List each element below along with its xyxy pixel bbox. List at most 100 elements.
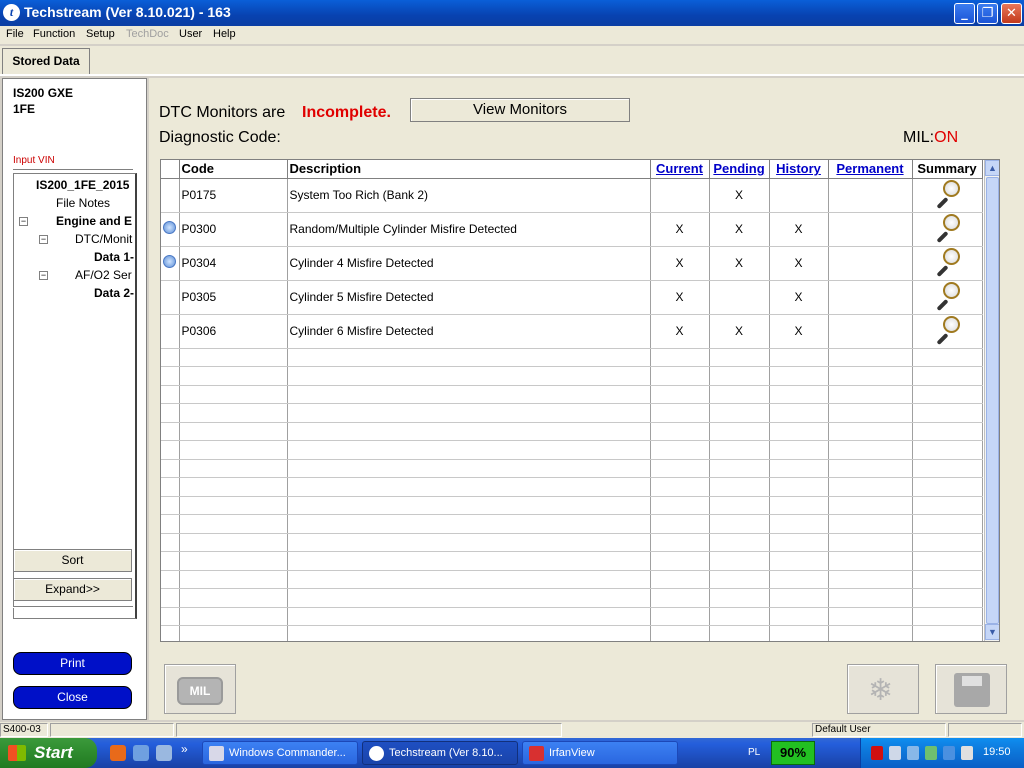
menu-setup[interactable]: Setup: [86, 28, 115, 40]
collapse-icon[interactable]: −: [19, 217, 28, 226]
task-irfanview[interactable]: IrfanView: [522, 741, 678, 765]
sort-button[interactable]: Sort: [13, 549, 132, 572]
expand-button[interactable]: Expand>>: [13, 578, 132, 601]
dtc-code: P0175: [179, 178, 288, 213]
mil-button[interactable]: MIL: [164, 664, 236, 714]
header-history-link[interactable]: History: [769, 160, 829, 179]
task-windows-commander[interactable]: Windows Commander...: [202, 741, 358, 765]
dtc-code: P0305: [179, 280, 288, 315]
empty-cell: [709, 403, 770, 423]
header-pending-link[interactable]: Pending: [709, 160, 770, 179]
info-icon[interactable]: [943, 746, 955, 760]
empty-cell: [709, 477, 770, 497]
maximize-button[interactable]: ❐: [977, 3, 998, 24]
quicklaunch-overflow[interactable]: »: [181, 742, 188, 756]
magnifier-icon[interactable]: [932, 213, 962, 243]
vertical-scrollbar[interactable]: ▲ ▼: [984, 160, 999, 641]
dtc-current: X: [650, 212, 710, 247]
empty-cell: [912, 422, 983, 441]
dtc-permanent: [828, 212, 913, 247]
empty-cell: [179, 440, 288, 460]
tray-icon[interactable]: [961, 746, 973, 760]
empty-cell: [828, 440, 913, 460]
empty-cell: [650, 607, 710, 626]
empty-cell: [650, 570, 710, 589]
system-tray: 19:50: [860, 738, 1024, 768]
row-indicator: [161, 212, 180, 247]
save-button[interactable]: [935, 664, 1007, 714]
collapse-icon[interactable]: −: [39, 271, 48, 280]
collapse-icon[interactable]: −: [39, 235, 48, 244]
tab-stored-data[interactable]: Stored Data: [2, 48, 90, 74]
empty-cell: [650, 459, 710, 478]
empty-cell: [912, 607, 983, 626]
battery-indicator[interactable]: 90%: [771, 741, 815, 765]
close-button[interactable]: Close: [13, 686, 132, 709]
empty-cell: [769, 514, 829, 534]
menu-function[interactable]: Function: [33, 28, 75, 40]
menu-user[interactable]: User: [179, 28, 202, 40]
dtc-table: Code Description Current Pending History…: [160, 159, 1000, 642]
language-indicator[interactable]: PL: [748, 747, 760, 758]
table-row[interactable]: P0304 Cylinder 4 Misfire Detected X X X: [161, 246, 983, 281]
freeze-frame-icon[interactable]: [163, 221, 176, 234]
mil-label: MIL:: [903, 129, 935, 146]
task-techstream[interactable]: Techstream (Ver 8.10...: [362, 741, 518, 765]
magnifier-icon[interactable]: [932, 281, 962, 311]
empty-cell: [912, 496, 983, 515]
empty-cell: [912, 403, 983, 423]
magnifier-icon[interactable]: [932, 247, 962, 277]
scroll-up-icon[interactable]: ▲: [985, 160, 999, 176]
tree-engine[interactable]: Engine and E: [56, 214, 132, 228]
dtc-history: X: [769, 246, 829, 281]
menu-file[interactable]: File: [6, 28, 24, 40]
scroll-thumb[interactable]: [986, 177, 999, 624]
table-row[interactable]: P0300 Random/Multiple Cylinder Misfire De…: [161, 212, 983, 247]
network-icon[interactable]: [907, 746, 919, 760]
header-code[interactable]: Code: [179, 160, 288, 179]
empty-cell: [161, 459, 180, 478]
empty-cell: [179, 551, 288, 571]
desktop-icon[interactable]: [156, 745, 172, 761]
minimize-button[interactable]: _: [954, 3, 975, 24]
empty-cell: [287, 403, 651, 423]
tree-file-notes[interactable]: File Notes: [56, 196, 110, 210]
empty-cell: [650, 496, 710, 515]
magnifier-icon[interactable]: [932, 315, 962, 345]
empty-cell: [912, 533, 983, 552]
print-button[interactable]: Print: [13, 652, 132, 675]
menu-help[interactable]: Help: [213, 28, 236, 40]
freeze-frame-icon[interactable]: [163, 255, 176, 268]
tree-data-2[interactable]: Data 2-: [94, 286, 134, 300]
header-permanent-link[interactable]: Permanent: [828, 160, 913, 179]
empty-cell: [769, 533, 829, 552]
header-description[interactable]: Description: [287, 160, 651, 179]
browser-icon[interactable]: [133, 745, 149, 761]
input-vin-link[interactable]: Input VIN: [13, 155, 55, 166]
firefox-icon[interactable]: [110, 745, 126, 761]
scroll-down-icon[interactable]: ▼: [985, 624, 999, 640]
magnifier-icon[interactable]: [932, 179, 962, 209]
menu-techdoc: TechDoc: [126, 28, 169, 40]
empty-cell: [179, 366, 288, 386]
table-row[interactable]: P0306 Cylinder 6 Misfire Detected X X X: [161, 314, 983, 349]
speaker-icon[interactable]: [889, 746, 901, 760]
tree-af-o2-sensor[interactable]: AF/O2 Ser: [75, 268, 132, 282]
table-row[interactable]: P0305 Cylinder 5 Misfire Detected X X: [161, 280, 983, 315]
empty-cell: [179, 625, 288, 641]
view-monitors-button[interactable]: View Monitors: [410, 98, 630, 122]
empty-row: [161, 533, 983, 552]
empty-cell: [650, 514, 710, 534]
header-current-link[interactable]: Current: [650, 160, 710, 179]
table-row[interactable]: P0175 System Too Rich (Bank 2) X: [161, 178, 983, 213]
empty-cell: [161, 551, 180, 571]
tree-root[interactable]: IS200_1FE_2015: [36, 178, 129, 192]
tree-data-1[interactable]: Data 1-: [94, 250, 134, 264]
tray-app-icon[interactable]: [871, 746, 883, 760]
empty-cell: [287, 570, 651, 589]
freeze-frame-button[interactable]: ❄: [847, 664, 919, 714]
start-button[interactable]: Start: [0, 738, 97, 768]
close-window-button[interactable]: ✕: [1001, 3, 1022, 24]
tree-dtc-monitor[interactable]: DTC/Monit: [75, 232, 132, 246]
tray-icon[interactable]: [925, 746, 937, 760]
